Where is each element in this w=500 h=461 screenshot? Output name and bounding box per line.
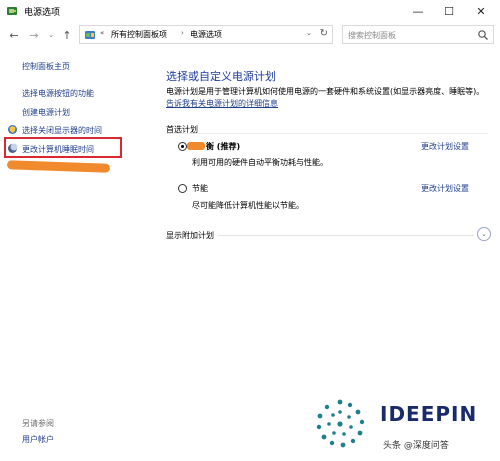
breadcrumb-power-options[interactable]: 电源选项 bbox=[190, 29, 222, 40]
up-button[interactable]: ↑ bbox=[59, 27, 75, 43]
breadcrumb-all-items[interactable]: 所有控制面板项 bbox=[111, 29, 167, 40]
description-text: 电源计划是用于管理计算机如何使用电源的一套硬件和系统设置(如显示器亮度、睡眠等)… bbox=[166, 87, 485, 96]
control-panel-icon bbox=[85, 31, 95, 39]
maximize-button[interactable]: ☐ bbox=[434, 2, 464, 20]
change-plan-settings-link-balanced[interactable]: 更改计划设置 bbox=[421, 141, 469, 152]
page-title: 选择或自定义电源计划 bbox=[166, 70, 276, 83]
power-saver-plan-radio[interactable] bbox=[178, 184, 187, 193]
chevron-down-icon[interactable]: ⌄ bbox=[306, 29, 312, 37]
page-description: 电源计划是用于管理计算机如何使用电源的一套硬件和系统设置(如显示器亮度、睡眠等)… bbox=[166, 86, 486, 110]
watermark-brand: IDEEPIN bbox=[380, 402, 478, 426]
balanced-plan-name[interactable]: 衡 (推荐) bbox=[206, 141, 240, 152]
user-accounts-link[interactable]: 用户帐户 bbox=[22, 434, 54, 445]
power-options-icon bbox=[7, 7, 17, 15]
see-also-label: 另请参阅 bbox=[22, 419, 54, 428]
watermark-credit: 头条 @深度问答 bbox=[383, 441, 449, 451]
power-saver-plan-description: 尽可能降低计算机性能以节能。 bbox=[192, 201, 304, 210]
divider bbox=[166, 133, 488, 134]
window-title: 电源选项 bbox=[24, 8, 61, 18]
watermark-logo-icon bbox=[316, 399, 365, 448]
refresh-icon[interactable]: ↻ bbox=[320, 28, 328, 39]
address-field[interactable]: « 所有控制面板项 › 电源选项 ⌄ ↻ bbox=[79, 25, 333, 44]
redaction-mark bbox=[6, 160, 111, 173]
forward-button[interactable]: → bbox=[26, 27, 42, 43]
highlight-box bbox=[4, 137, 122, 158]
divider bbox=[218, 235, 474, 236]
breadcrumb-separator-icon[interactable]: › bbox=[181, 29, 184, 37]
back-button[interactable]: ← bbox=[6, 27, 22, 43]
address-toolbar: ← → ⌄ ↑ « 所有控制面板项 › 电源选项 ⌄ ↻ 搜索控制面板 bbox=[0, 22, 500, 48]
sidebar-item-display-off-time[interactable]: 选择关闭显示器的时间 bbox=[22, 125, 102, 136]
search-placeholder: 搜索控制面板 bbox=[348, 31, 396, 40]
expand-chevron-icon[interactable]: ⌄ bbox=[477, 227, 491, 241]
overflow-chevron-icon[interactable]: « bbox=[100, 29, 104, 37]
close-button[interactable]: ✕ bbox=[466, 2, 496, 20]
control-panel-home-link[interactable]: 控制面板主页 bbox=[22, 61, 70, 72]
sidebar-item-create-plan[interactable]: 创建电源计划 bbox=[22, 107, 70, 118]
minimize-button[interactable]: — bbox=[403, 2, 433, 20]
balanced-plan-description: 利用可用的硬件自动平衡功耗与性能。 bbox=[192, 158, 328, 167]
recent-locations-button[interactable]: ⌄ bbox=[43, 27, 59, 43]
title-bar: 电源选项 — ☐ ✕ bbox=[0, 0, 500, 22]
sidebar-item-power-buttons[interactable]: 选择电源按钮的功能 bbox=[22, 88, 94, 99]
redaction-mark bbox=[187, 142, 205, 150]
display-shield-icon bbox=[8, 125, 17, 134]
power-saver-plan-name[interactable]: 节能 bbox=[192, 183, 208, 194]
balanced-plan-radio[interactable] bbox=[178, 142, 187, 151]
learn-more-link[interactable]: 告诉我有关电源计划的详细信息 bbox=[166, 99, 278, 108]
search-icon[interactable] bbox=[477, 29, 489, 41]
search-box[interactable]: 搜索控制面板 bbox=[342, 25, 494, 44]
show-additional-plans-label[interactable]: 显示附加计划 bbox=[166, 230, 214, 241]
change-plan-settings-link-saver[interactable]: 更改计划设置 bbox=[421, 183, 469, 194]
